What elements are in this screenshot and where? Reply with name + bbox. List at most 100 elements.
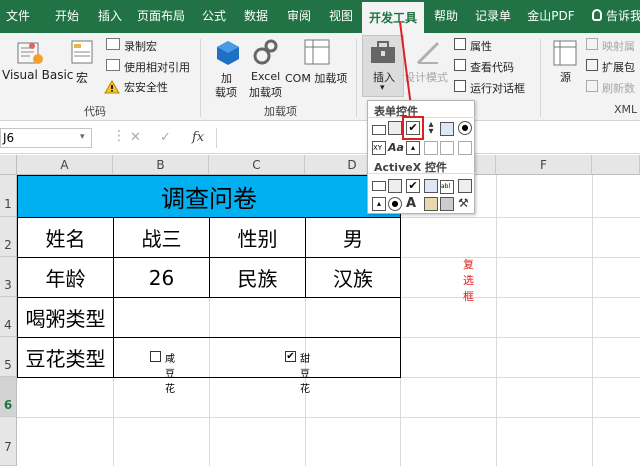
visual-basic-button[interactable]: Visual Basic bbox=[2, 68, 73, 82]
row-header-1[interactable]: 1 bbox=[0, 175, 17, 217]
xml-group-label: XML bbox=[614, 103, 638, 116]
group-separator bbox=[540, 39, 541, 117]
ethnicity-value-cell[interactable]: 汉族 bbox=[305, 257, 401, 298]
dots-icon: ⋮ bbox=[112, 128, 126, 144]
salty-tofu-checkbox-label[interactable]: 咸豆花 bbox=[165, 350, 175, 395]
chevron-down-icon[interactable]: ▾ bbox=[380, 83, 385, 93]
row-header-6[interactable]: 6 bbox=[0, 377, 17, 417]
sweet-tofu-checkbox[interactable]: ✔ bbox=[285, 351, 296, 362]
column-header-f[interactable]: F bbox=[496, 155, 592, 175]
excel-addins-button[interactable]: Excel bbox=[251, 70, 280, 83]
column-header-c[interactable]: C bbox=[209, 155, 305, 175]
age-label-cell[interactable]: 年龄 bbox=[17, 257, 114, 298]
row-header-3[interactable]: 3 bbox=[0, 257, 17, 297]
macro-security-button[interactable]: 宏安全性 bbox=[124, 79, 168, 95]
map-properties-icon bbox=[586, 38, 598, 50]
lightbulb-icon[interactable] bbox=[592, 9, 602, 21]
name-box[interactable]: J6 bbox=[0, 128, 92, 148]
form-combo-dropdown-icon[interactable] bbox=[458, 141, 472, 155]
form-spinner-icon[interactable]: ▴ ▾ bbox=[424, 120, 438, 137]
activex-option-button-icon[interactable]: ● bbox=[388, 197, 402, 211]
run-dialog-button[interactable]: 运行对话框 bbox=[470, 80, 525, 96]
activex-toggle-icon[interactable] bbox=[440, 197, 454, 211]
record-macro-button[interactable]: 录制宏 bbox=[124, 38, 157, 54]
xml-source-button[interactable]: 源 bbox=[560, 69, 571, 85]
column-header-b[interactable]: B bbox=[113, 155, 209, 175]
sweet-tofu-checkbox-label[interactable]: 甜豆花 bbox=[300, 350, 310, 395]
name-label-cell[interactable]: 姓名 bbox=[17, 217, 114, 258]
activex-image-icon[interactable] bbox=[424, 197, 438, 211]
use-relative-reference-button[interactable]: 使用相对引用 bbox=[124, 59, 190, 75]
macros-button[interactable]: 宏 bbox=[76, 69, 88, 86]
select-all-corner[interactable] bbox=[0, 155, 17, 175]
name-box-dropdown-icon[interactable]: ▾ bbox=[80, 132, 85, 142]
tell-me-label[interactable]: 告诉我 bbox=[606, 0, 640, 33]
form-textfield-icon[interactable] bbox=[424, 141, 438, 155]
porridge-type-label-cell[interactable]: 喝粥类型 bbox=[17, 297, 114, 338]
expansion-packs-button[interactable]: 扩展包 bbox=[602, 59, 635, 75]
row-header-2[interactable]: 2 bbox=[0, 217, 17, 257]
activex-button-icon[interactable] bbox=[372, 181, 386, 191]
properties-button[interactable]: 属性 bbox=[470, 38, 492, 54]
tab-help[interactable]: 帮助 bbox=[428, 0, 464, 33]
porridge-type-value-cell[interactable] bbox=[113, 297, 401, 338]
salty-tofu-checkbox[interactable] bbox=[150, 351, 161, 362]
tab-insert[interactable]: 插入 bbox=[90, 0, 130, 33]
gridline bbox=[496, 175, 497, 466]
cancel-icon[interactable]: ✕ bbox=[130, 130, 141, 145]
tab-view[interactable]: 视图 bbox=[323, 0, 359, 33]
form-combo-list-icon[interactable] bbox=[440, 141, 454, 155]
view-code-button[interactable]: 查看代码 bbox=[470, 59, 514, 75]
form-listbox-icon[interactable] bbox=[440, 122, 454, 136]
macros-icon bbox=[70, 39, 96, 71]
form-button-icon[interactable] bbox=[372, 125, 386, 135]
warning-icon bbox=[104, 79, 120, 98]
ethnicity-label-cell[interactable]: 民族 bbox=[209, 257, 306, 298]
formula-bar: J6 ▾ ⋮ ✕ ✓ fx bbox=[0, 122, 640, 154]
row-header-4[interactable]: 4 bbox=[0, 297, 17, 337]
row-header-5[interactable]: 5 bbox=[0, 337, 17, 377]
addins-button-line2: 载项 bbox=[215, 86, 237, 99]
survey-title-cell[interactable]: 调查问卷 bbox=[17, 175, 401, 218]
activex-label-icon[interactable]: A bbox=[406, 196, 420, 211]
form-combobox-icon[interactable] bbox=[388, 121, 402, 135]
form-scrollbar-icon[interactable]: ▴ bbox=[406, 141, 420, 155]
group-separator bbox=[356, 39, 357, 117]
tab-file[interactable]: 文件 bbox=[0, 0, 36, 33]
tab-record[interactable]: 记录单 bbox=[470, 0, 516, 33]
tab-data[interactable]: 数据 bbox=[238, 0, 274, 33]
gender-label-cell[interactable]: 性别 bbox=[209, 217, 306, 258]
gender-value-cell[interactable]: 男 bbox=[305, 217, 401, 258]
activex-more-controls-icon[interactable]: ⚒ bbox=[458, 196, 472, 210]
tofu-type-label-cell[interactable]: 豆花类型 bbox=[17, 337, 114, 378]
tab-formulas[interactable]: 公式 bbox=[196, 0, 232, 33]
name-value-cell[interactable]: 战三 bbox=[113, 217, 210, 258]
tab-review[interactable]: 审阅 bbox=[281, 0, 317, 33]
form-label-icon[interactable]: Aa bbox=[388, 141, 404, 155]
refresh-data-button[interactable]: 刷新数 bbox=[602, 80, 635, 96]
age-value-cell[interactable]: 26 bbox=[113, 257, 210, 298]
com-addins-button[interactable]: COM 加载项 bbox=[285, 70, 347, 86]
activex-listbox-icon[interactable] bbox=[424, 179, 438, 193]
activex-spinbutton-icon[interactable]: ▴ bbox=[372, 197, 386, 211]
map-properties-button[interactable]: 映射属 bbox=[602, 38, 635, 54]
tab-wps-pdf[interactable]: 金山PDF bbox=[524, 0, 578, 33]
formula-input[interactable] bbox=[216, 128, 366, 148]
tab-home[interactable]: 开始 bbox=[47, 0, 87, 33]
activex-textbox-icon[interactable]: abl bbox=[440, 180, 454, 194]
form-option-button-icon[interactable]: ● bbox=[458, 121, 472, 135]
ribbon: Visual Basic 宏 录制宏 使用相对引用 宏安全性 代码 加 载项 E… bbox=[0, 33, 640, 121]
column-header-a[interactable]: A bbox=[17, 155, 113, 175]
enter-icon[interactable]: ✓ bbox=[160, 130, 171, 145]
addins-group-label: 加载项 bbox=[264, 105, 297, 118]
activex-checkbox-icon[interactable]: ✔ bbox=[406, 179, 420, 193]
function-icon[interactable]: fx bbox=[192, 130, 204, 145]
view-code-icon bbox=[454, 59, 466, 71]
excel-addins-button-line2: 加载项 bbox=[249, 86, 282, 99]
row-header-7[interactable]: 7 bbox=[0, 417, 17, 466]
activex-scrollbar-icon[interactable] bbox=[458, 179, 472, 193]
tab-page-layout[interactable]: 页面布局 bbox=[136, 0, 186, 33]
activex-combobox-icon[interactable] bbox=[388, 179, 402, 193]
form-groupbox-icon[interactable]: XY bbox=[372, 141, 386, 155]
column-header-g[interactable] bbox=[592, 155, 640, 175]
